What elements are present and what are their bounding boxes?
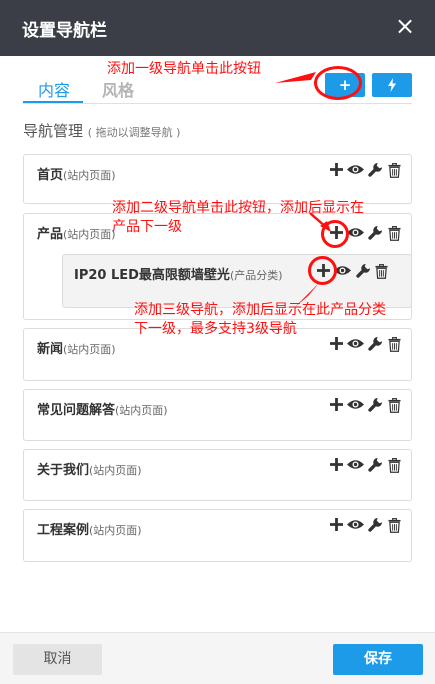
tab-style[interactable]: 风格: [102, 77, 134, 101]
eye-icon[interactable]: [347, 398, 364, 411]
trash-icon[interactable]: [388, 226, 401, 241]
cancel-button[interactable]: 取消: [13, 644, 102, 675]
nav-item-label: 产品(站内页面): [37, 227, 116, 242]
trash-icon[interactable]: [388, 337, 401, 352]
nav-item-projects[interactable]: 工程案例(站内页面): [23, 509, 412, 562]
annotation-level3-line2: 下一级，最多支持3级导航: [134, 321, 297, 337]
section-hint: ( 拖动以调整导航 ): [87, 126, 181, 139]
trash-icon[interactable]: [388, 518, 401, 533]
arrow-level1: [275, 72, 316, 83]
highlight-circle-level2: [321, 220, 349, 248]
wrench-icon[interactable]: [368, 226, 382, 240]
nav-item-label: 首页(站内页面): [37, 168, 116, 183]
plus-icon[interactable]: [330, 398, 343, 411]
nav-item-label: 新闻(站内页面): [37, 342, 116, 357]
wrench-icon[interactable]: [356, 264, 370, 278]
trash-icon[interactable]: [388, 163, 401, 178]
nav-item-label: 常见问题解答(站内页面): [37, 403, 168, 418]
plus-icon[interactable]: [330, 163, 343, 176]
tab-divider: [23, 103, 412, 104]
eye-icon[interactable]: [347, 226, 364, 239]
annotation-level2-line2: 产品下一级: [112, 219, 182, 235]
nav-item-label: 关于我们(站内页面): [37, 463, 142, 478]
annotation-level3-line1: 添加三级导航，添加后显示在此产品分类: [134, 302, 386, 318]
plus-icon[interactable]: [330, 518, 343, 531]
dialog-header: 设置导航栏 ×: [0, 0, 435, 56]
nav-item-about[interactable]: 关于我们(站内页面): [23, 449, 412, 501]
highlight-circle-level3: [308, 256, 337, 285]
save-button[interactable]: 保存: [333, 644, 423, 675]
trash-icon[interactable]: [388, 398, 401, 413]
highlight-circle-level1: [314, 66, 362, 100]
wrench-icon[interactable]: [368, 398, 382, 412]
annotation-level1: 添加一级导航单击此按钮: [107, 61, 261, 77]
dialog-title: 设置导航栏: [22, 21, 107, 41]
close-icon[interactable]: ×: [395, 12, 415, 40]
wrench-icon[interactable]: [368, 458, 382, 472]
eye-icon[interactable]: [347, 337, 364, 350]
section-header: 导航管理 ( 拖动以调整导航 ): [23, 120, 180, 141]
eye-icon[interactable]: [347, 458, 364, 471]
wrench-icon[interactable]: [368, 518, 382, 532]
eye-icon[interactable]: [347, 163, 364, 176]
trash-icon[interactable]: [375, 264, 388, 279]
sub-nav-item-label: IP20 LED最高限额墙壁光(产品分类): [74, 268, 283, 283]
nav-item-home[interactable]: 首页(站内页面): [23, 154, 412, 204]
plus-icon[interactable]: [330, 458, 343, 471]
annotation-level2-line1: 添加二级导航单击此按钮，添加后显示在: [112, 200, 364, 216]
tab-content[interactable]: 内容: [38, 77, 70, 101]
dialog-footer: 取消 保存: [0, 632, 435, 684]
lightning-icon: [388, 78, 396, 92]
nav-item-faq[interactable]: 常见问题解答(站内页面): [23, 389, 412, 441]
quick-action-button[interactable]: [372, 73, 412, 97]
sub-nav-item[interactable]: IP20 LED最高限额墙壁光(产品分类): [62, 254, 412, 308]
section-title: 导航管理: [23, 122, 84, 140]
trash-icon[interactable]: [388, 458, 401, 473]
eye-icon[interactable]: [347, 518, 364, 531]
wrench-icon[interactable]: [368, 337, 382, 351]
wrench-icon[interactable]: [368, 163, 382, 177]
nav-item-label: 工程案例(站内页面): [37, 523, 142, 538]
plus-icon[interactable]: [330, 337, 343, 350]
